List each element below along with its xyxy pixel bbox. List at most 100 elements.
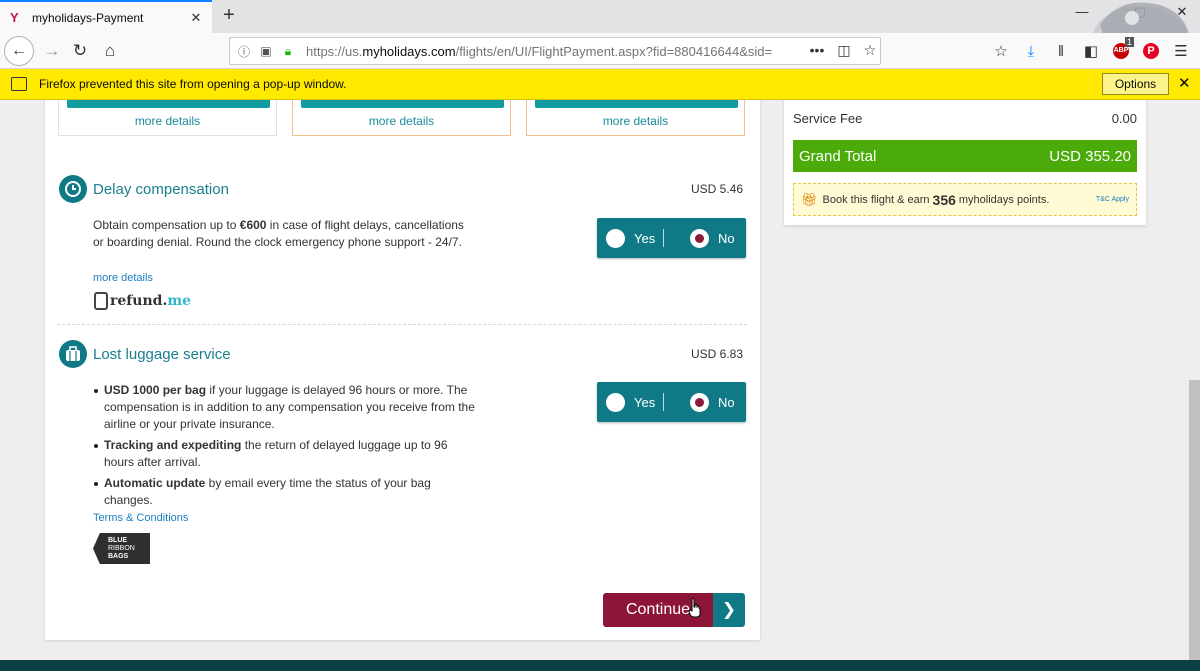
adblock-count: 1 <box>1125 37 1135 47</box>
home-button[interactable]: ⌂ <box>96 37 124 65</box>
luggage-no-option[interactable]: No <box>690 382 735 422</box>
toggle-separator <box>663 229 664 247</box>
popup-blocked-icon <box>11 77 27 91</box>
bookmark-manager-icon[interactable]: ☆ <box>988 37 1014 65</box>
bookmark-star-icon[interactable]: ☆ <box>860 42 880 59</box>
notification-close-icon[interactable]: ✕ <box>1178 74 1191 92</box>
service-fee-row: Service Fee 0.00 <box>793 111 1137 126</box>
page-footer <box>0 660 1200 671</box>
luggage-yes-radio[interactable] <box>606 392 625 412</box>
select-button[interactable]: Select <box>301 100 504 108</box>
delay-desc-amount: €600 <box>239 218 267 232</box>
tc-apply-link[interactable]: T&C Apply <box>1096 196 1129 203</box>
flight-option-card: Select more details <box>526 100 745 136</box>
lost-luggage-benefits: USD 1000 per bag if your luggage is dela… <box>93 382 478 513</box>
grand-total-value: USD 355.20 <box>1049 147 1131 165</box>
flight-option-card: Select more details <box>58 100 277 136</box>
clock-icon <box>59 175 87 203</box>
refund-logo-text: refund.me <box>110 293 191 309</box>
window-close-button[interactable]: ✕ <box>1162 4 1200 26</box>
url-suffix: /flights/en/UI/FlightPayment.aspx?fid=88… <box>455 43 773 59</box>
delay-compensation-title: Delay compensation <box>93 181 229 198</box>
delay-no-radio[interactable] <box>690 228 709 248</box>
logo-line: RIBBON <box>108 545 135 552</box>
url-text[interactable]: https://us.myholidays.com/flights/en/UI/… <box>306 44 776 59</box>
new-tab-button[interactable]: + <box>217 4 241 28</box>
benefit-bold: Automatic update <box>104 476 206 490</box>
flight-option-card: Select more details <box>292 100 511 136</box>
sidebar-icon[interactable]: ◧ <box>1078 37 1104 65</box>
pinterest-icon[interactable]: P <box>1138 37 1164 65</box>
delay-yes-option[interactable]: Yes <box>606 218 655 258</box>
delay-yes-label: Yes <box>634 230 656 246</box>
select-button[interactable]: Select <box>535 100 738 108</box>
maximize-button[interactable]: ▢ <box>1120 4 1160 26</box>
continue-button[interactable]: Continue ❯ <box>603 593 745 627</box>
refund-logo-post: me <box>167 293 192 309</box>
luggage-no-radio[interactable] <box>690 392 709 412</box>
permissions-icon[interactable]: ▣ <box>258 44 274 58</box>
hand-cursor-icon <box>688 598 701 618</box>
back-button[interactable]: ← <box>4 36 34 66</box>
luggage-yes-option[interactable]: Yes <box>606 382 655 422</box>
section-divider <box>57 324 747 325</box>
benefit-bold: USD 1000 per bag <box>104 383 207 397</box>
forward-button[interactable]: → <box>38 37 66 65</box>
more-details-link[interactable]: more details <box>527 114 744 128</box>
delay-more-details-link[interactable]: more details <box>93 272 153 284</box>
delay-no-option[interactable]: No <box>690 218 735 258</box>
points-value: 356 <box>932 191 956 208</box>
points-text-pre: Book this flight & earn <box>822 193 930 206</box>
refund-me-logo: refund.me <box>94 290 194 312</box>
popup-blocked-notification: Firefox prevented this site from opening… <box>0 69 1200 100</box>
tab-bar: Y myholidays-Payment ✕ + — ▢ ✕ <box>0 0 1200 33</box>
notification-text: Firefox prevented this site from opening… <box>39 77 347 91</box>
pocket-icon[interactable]: ◫ <box>834 42 854 59</box>
reload-button[interactable]: ↻ <box>66 37 94 65</box>
options-button[interactable]: Options <box>1102 73 1169 95</box>
luggage-no-label: No <box>718 394 735 410</box>
points-banner: 🎁︎ Book this flight & earn 356 myholiday… <box>793 183 1137 216</box>
points-text-post: myholidays points. <box>958 193 1050 206</box>
lock-icon[interactable]: 🔒︎ <box>280 44 296 59</box>
luggage-yes-no-toggle: Yes No <box>597 382 746 422</box>
logo-line: BAGS <box>108 553 129 560</box>
delay-desc-pre: Obtain compensation up to <box>93 218 240 232</box>
adblock-icon[interactable]: ABP 1 <box>1108 37 1135 65</box>
more-details-link[interactable]: more details <box>293 114 510 128</box>
delay-no-label: No <box>718 230 735 246</box>
chevron-right-icon: ❯ <box>713 593 745 627</box>
luggage-icon <box>59 340 87 368</box>
toggle-separator <box>663 393 664 411</box>
list-item: Automatic update by email every time the… <box>93 475 478 509</box>
downloads-icon[interactable]: ⤓ <box>1018 37 1044 65</box>
url-prefix: https://us. <box>306 43 363 59</box>
menu-icon[interactable]: ☰ <box>1168 37 1194 65</box>
page-scrollbar[interactable] <box>1189 380 1200 671</box>
close-tab-icon[interactable]: ✕ <box>186 10 206 26</box>
delay-yes-no-toggle: Yes No <box>597 218 746 258</box>
price-summary-panel: Service Fee 0.00 Grand Total USD 355.20 … <box>784 100 1146 225</box>
luggage-yes-label: Yes <box>634 394 656 410</box>
delay-yes-radio[interactable] <box>606 228 625 248</box>
list-item: Tracking and expediting the return of de… <box>93 437 478 471</box>
browser-tab[interactable]: Y myholidays-Payment ✕ <box>0 0 212 33</box>
refund-logo-pre: refund. <box>110 293 168 309</box>
logo-line: BLUE <box>108 537 128 544</box>
gift-icon: 🎁︎ <box>801 191 818 207</box>
minimize-button[interactable]: — <box>1062 4 1102 26</box>
terms-conditions-link[interactable]: Terms & Conditions <box>93 512 188 524</box>
navigation-toolbar: ← → ↻ ⌂ ⓘ ▣ 🔒︎ https://us.myholidays.com… <box>0 33 1200 69</box>
library-icon[interactable]: ‖ <box>1048 37 1074 65</box>
grand-total-label: Grand Total <box>799 147 877 165</box>
info-icon[interactable]: ⓘ <box>236 43 252 60</box>
select-button[interactable]: Select <box>67 100 270 108</box>
page-actions-icon[interactable]: ••• <box>807 42 827 58</box>
grand-total-bar: Grand Total USD 355.20 <box>793 140 1137 172</box>
more-details-link[interactable]: more details <box>59 114 276 128</box>
benefit-bold: Tracking and expediting <box>104 438 242 452</box>
address-bar[interactable]: ⓘ ▣ 🔒︎ https://us.myholidays.com/flights… <box>229 37 881 65</box>
myholidays-favicon-icon: Y <box>10 9 19 25</box>
tab-title: myholidays-Payment <box>32 10 144 25</box>
lost-luggage-title: Lost luggage service <box>93 346 231 363</box>
